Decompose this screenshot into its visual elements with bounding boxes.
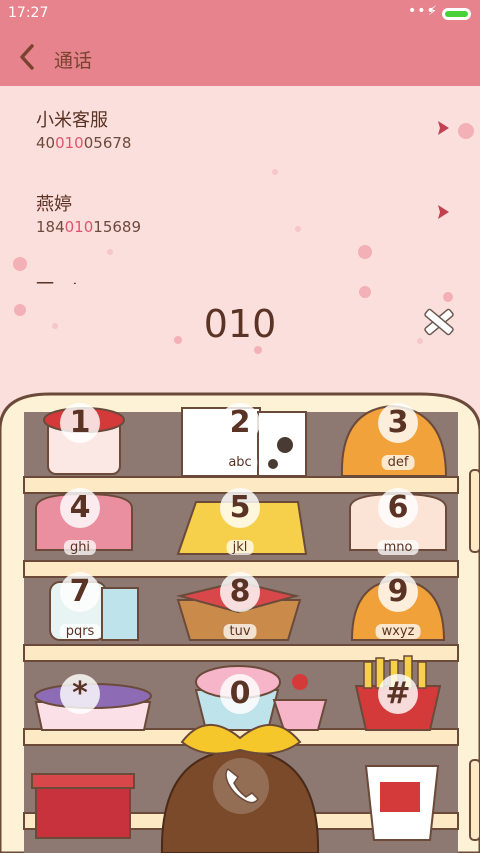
contact-name-partial: 一 - · bbox=[36, 270, 78, 284]
key-7[interactable]: 7 pqrs bbox=[10, 570, 150, 652]
key-6[interactable]: 6 mno bbox=[328, 486, 468, 568]
key-5[interactable]: 5 jkl bbox=[170, 486, 310, 568]
key-star[interactable]: * bbox=[10, 672, 150, 754]
key-digit: 9 bbox=[378, 572, 418, 612]
key-digit: 6 bbox=[378, 488, 418, 528]
key-digit: # bbox=[378, 674, 418, 714]
status-time: 17:27 bbox=[8, 5, 49, 21]
battery-icon bbox=[442, 8, 471, 20]
key-9[interactable]: 9 wxyz bbox=[328, 570, 468, 652]
key-digit: * bbox=[60, 674, 100, 714]
call-button[interactable] bbox=[210, 755, 272, 817]
status-bar: 17:27 ••• ⚡ bbox=[0, 0, 480, 28]
list-item[interactable]: 小米客服 4001005678 bbox=[0, 86, 480, 170]
key-2[interactable]: 2 abc bbox=[170, 401, 310, 483]
key-digit: 1 bbox=[60, 403, 100, 443]
dial-input[interactable]: 010 bbox=[140, 302, 340, 346]
key-letters: mno bbox=[377, 540, 419, 555]
page-title: 通话 bbox=[54, 50, 93, 72]
title-bar: 通话 bbox=[0, 28, 480, 86]
key-digit: 4 bbox=[60, 488, 100, 528]
key-1[interactable]: 1 bbox=[10, 401, 150, 483]
contact-number: 18401015689 bbox=[36, 218, 141, 236]
key-4[interactable]: 4 ghi bbox=[10, 486, 150, 568]
key-letters: tuv bbox=[223, 624, 257, 639]
key-digit: 7 bbox=[60, 572, 100, 612]
key-8[interactable]: 8 tuv bbox=[170, 570, 310, 652]
key-letters: pqrs bbox=[59, 624, 101, 639]
key-digit: 0 bbox=[220, 674, 260, 714]
contact-name: 燕婷 bbox=[36, 194, 72, 215]
key-letters: jkl bbox=[226, 540, 254, 555]
contact-number: 4001005678 bbox=[36, 134, 132, 152]
contact-name: 小米客服 bbox=[36, 110, 108, 131]
chevron-right-icon[interactable] bbox=[436, 204, 450, 220]
back-arrow-icon[interactable] bbox=[14, 42, 44, 72]
contact-list: 小米客服 4001005678 燕婷 18401015689 一 - · bbox=[0, 86, 480, 284]
key-digit: 2 bbox=[220, 403, 260, 443]
key-digit: 8 bbox=[220, 572, 260, 612]
key-letters: wxyz bbox=[375, 624, 421, 639]
list-item[interactable]: 燕婷 18401015689 bbox=[0, 170, 480, 254]
key-letters: def bbox=[381, 455, 415, 470]
chevron-right-icon[interactable] bbox=[436, 120, 450, 136]
key-hash[interactable]: # bbox=[328, 672, 468, 754]
key-3[interactable]: 3 def bbox=[328, 401, 468, 483]
delete-icon[interactable] bbox=[420, 306, 458, 338]
key-letters: ghi bbox=[63, 540, 97, 555]
charging-icon: ⚡ bbox=[428, 4, 438, 19]
key-digit: 5 bbox=[220, 488, 260, 528]
key-digit: 3 bbox=[378, 403, 418, 443]
key-0[interactable]: 0 bbox=[170, 672, 310, 754]
key-letters: abc bbox=[222, 455, 258, 470]
